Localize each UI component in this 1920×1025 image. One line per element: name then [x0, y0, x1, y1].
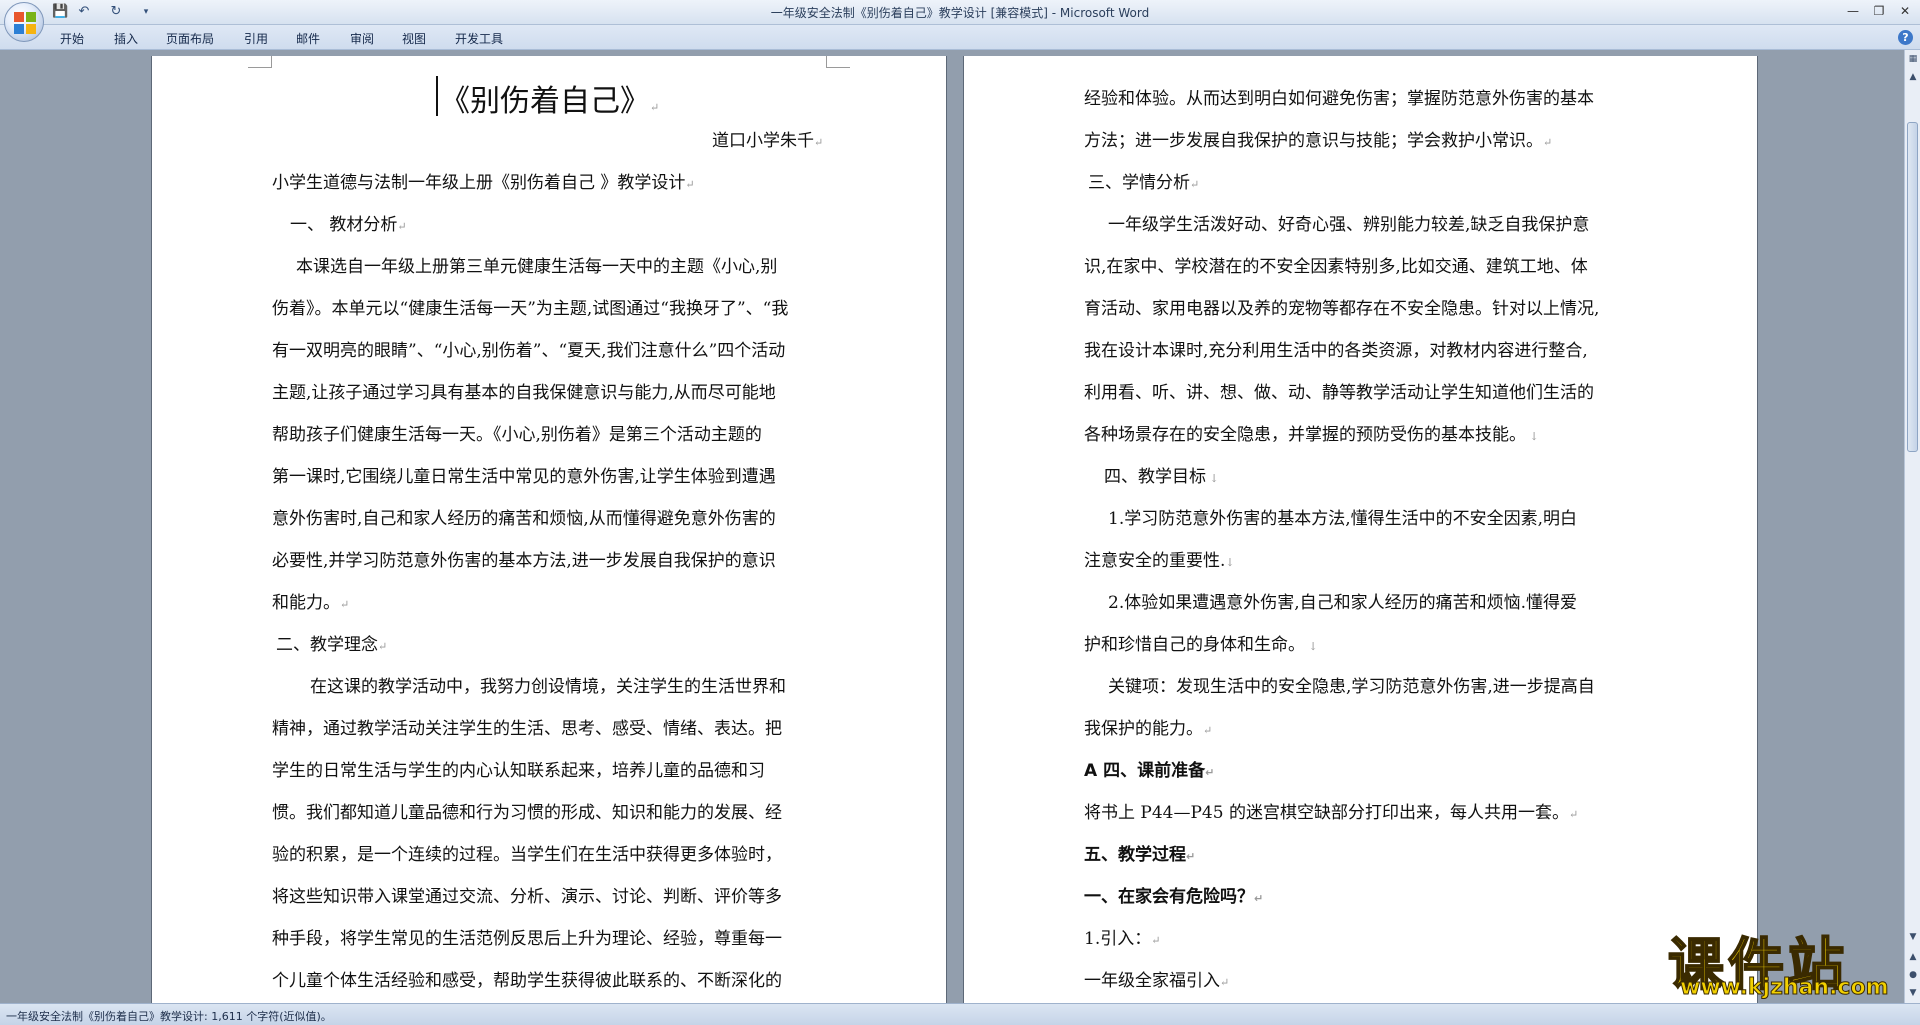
document-title[interactable]: 《别伤着自己》↵ [440, 76, 659, 120]
section-heading[interactable]: 四、教学目标 ↓ [1104, 462, 1219, 487]
body-line[interactable]: 2.体验如果遭遇意外伤害,自己和家人经历的痛苦和烦恼.懂得爱 [1108, 588, 1577, 613]
tab-page-layout[interactable]: 页面布局 [166, 30, 214, 47]
restore-icon[interactable]: ❐ [1870, 3, 1888, 19]
document-area[interactable]: 《别伤着自己》↵ 道口小学朱千↵ 小学生道德与法制一年级上册《别伤着自己 》教学… [0, 50, 1904, 1003]
body-line[interactable]: 护和珍惜自己的身体和生命。 ↓ [1084, 630, 1318, 655]
ribbon-tabs: 开始 插入 页面布局 引用 邮件 审阅 视图 开发工具 ? [0, 25, 1920, 50]
section-heading[interactable]: 五、教学过程↵ [1084, 840, 1195, 865]
body-line[interactable]: 意外伤害时,自己和家人经历的痛苦和烦恼,从而懂得避免意外伤害的 [272, 504, 776, 529]
body-line[interactable]: 育活动、家用电器以及养的宠物等都存在不安全隐患。针对以上情况, [1084, 294, 1599, 319]
body-line[interactable]: 我在设计本课时,充分利用生活中的各类资源，对教材内容进行整合, [1084, 336, 1588, 361]
body-line[interactable]: 学生的日常生活与学生的内心认知联系起来，培养儿童的品德和习 [272, 756, 765, 781]
body-line[interactable]: 验的积累，是一个连续的过程。当学生们在生活中获得更多体验时， [272, 840, 782, 865]
body-line[interactable]: 利用看、听、讲、想、做、动、静等教学活动让学生知道他们生活的 [1084, 378, 1594, 403]
body-line[interactable]: 方法；进一步发展自我保护的意识与技能；学会救护小常识。↵ [1084, 126, 1552, 151]
tab-home[interactable]: 开始 [60, 30, 84, 47]
tab-review[interactable]: 审阅 [350, 30, 374, 47]
title-bar: 💾 ↶ ↻ ▾ 一年级安全法制《别伤着自己》教学设计 [兼容模式] - Micr… [0, 0, 1920, 25]
scrollbar-thumb[interactable] [1907, 122, 1918, 452]
body-line[interactable]: 我保护的能力。↵ [1084, 714, 1212, 739]
page-1[interactable]: 《别伤着自己》↵ 道口小学朱千↵ 小学生道德与法制一年级上册《别伤着自己 》教学… [152, 56, 946, 1003]
body-line[interactable]: 精神，通过教学活动关注学生的生活、思考、感受、情绪、表达。把 [272, 714, 782, 739]
body-line[interactable]: 关键项：发现生活中的安全隐患,学习防范意外伤害,进一步提高自 [1108, 672, 1595, 697]
page-2[interactable]: 经验和体验。从而达到明白如何避免伤害；掌握防范意外伤害的基本 方法；进一步发展自… [964, 56, 1757, 1003]
body-line[interactable]: 伤着》。本单元以“健康生活每一天”为主题,试图通过“我换牙了”、“我 [272, 294, 788, 319]
body-line[interactable]: 将这些知识带入课堂通过交流、分析、演示、讨论、判断、评价等多 [272, 882, 782, 907]
body-line[interactable]: 种手段，将学生常见的生活范例反思后上升为理论、经验，尊重每一 [272, 924, 782, 949]
body-line[interactable]: 注意安全的重要性.↓ [1084, 546, 1235, 571]
body-line[interactable]: 主题,让孩子通过学习具有基本的自我保健意识与能力,从而尽可能地 [272, 378, 776, 403]
section-heading[interactable]: A 四、课前准备↵ [1084, 756, 1214, 781]
section-heading[interactable]: 三、学情分析↵ [1088, 168, 1199, 193]
subtitle-line[interactable]: 小学生道德与法制一年级上册《别伤着自己 》教学设计↵ [272, 168, 695, 193]
previous-page-icon[interactable]: ▲ [1906, 950, 1920, 964]
tab-insert[interactable]: 插入 [114, 30, 138, 47]
body-line[interactable]: 经验和体验。从而达到明白如何避免伤害；掌握防范意外伤害的基本 [1084, 84, 1594, 109]
body-line[interactable]: 1.引入：↵ [1084, 924, 1160, 949]
scroll-up-icon[interactable]: ▲ [1906, 70, 1920, 84]
close-icon[interactable]: ✕ [1896, 3, 1914, 19]
body-line[interactable]: 有一双明亮的眼睛”、“小心,别伤着”、“夏天,我们注意什么”四个活动 [272, 336, 785, 361]
margin-corner [248, 56, 272, 68]
tab-mailings[interactable]: 邮件 [296, 30, 320, 47]
section-heading[interactable]: 二、教学理念↵ [276, 630, 387, 655]
tab-references[interactable]: 引用 [244, 30, 268, 47]
body-line[interactable]: 1.学习防范意外伤害的基本方法,懂得生活中的不安全因素,明白 [1108, 504, 1577, 529]
scroll-down-icon[interactable]: ▼ [1906, 930, 1920, 944]
body-line[interactable]: 将书上 P44—P45 的迷宫棋空缺部分打印出来，每人共用一套。↵ [1084, 798, 1578, 823]
body-line[interactable]: 必要性,并学习防范意外伤害的基本方法,进一步发展自我保护的意识 [272, 546, 776, 571]
margin-corner [826, 56, 850, 68]
watermark-url: www.kjzhan.com [1680, 975, 1890, 1001]
help-icon[interactable]: ? [1898, 30, 1913, 45]
body-line[interactable]: 一年级学生活泼好动、好奇心强、辨别能力较差,缺乏自我保护意 [1108, 210, 1589, 235]
section-heading[interactable]: 一、在家会有危险吗？↵ [1084, 882, 1263, 907]
section-heading[interactable]: 一、 教材分析↵ [290, 210, 407, 235]
office-logo-icon [14, 12, 36, 34]
body-line[interactable]: 第一课时,它围绕儿童日常生活中常见的意外伤害,让学生体验到遭遇 [272, 462, 776, 487]
ruler-toggle-icon[interactable]: ▦ [1906, 52, 1920, 66]
status-bar: 一年级安全法制《别伤着自己》教学设计: 1,611 个字符(近似值)。 [0, 1003, 1920, 1025]
body-line[interactable]: 帮助孩子们健康生活每一天。《小心,别伤着》是第三个活动主题的 [272, 420, 762, 445]
body-line[interactable]: 惯。我们都知道儿童品德和行为习惯的形成、知识和能力的发展、经 [272, 798, 782, 823]
text-cursor [436, 76, 438, 116]
body-line[interactable]: 一年级全家福引入↵ [1084, 966, 1229, 991]
tab-developer[interactable]: 开发工具 [455, 30, 503, 47]
vertical-scrollbar[interactable]: ▦ ▲ ▼ ▲ ● ▼ [1904, 50, 1920, 1003]
word-count-status[interactable]: 一年级安全法制《别伤着自己》教学设计: 1,611 个字符(近似值)。 [6, 1008, 332, 1024]
office-button[interactable] [4, 2, 44, 42]
body-line[interactable]: 和能力。↵ [272, 588, 349, 613]
body-line[interactable]: 本课选自一年级上册第三单元健康生活每一天中的主题《小心,别 [296, 252, 777, 277]
body-line[interactable]: 在这课的教学活动中，我努力创设情境，关注学生的生活世界和 [310, 672, 786, 697]
body-line[interactable]: 识,在家中、学校潜在的不安全因素特别多,比如交通、建筑工地、体 [1084, 252, 1588, 277]
tab-view[interactable]: 视图 [402, 30, 426, 47]
body-line[interactable]: 各种场景存在的安全隐患，并掌握的预防受伤的基本技能。 ↓ [1084, 420, 1539, 445]
select-browse-object-icon[interactable]: ● [1906, 968, 1920, 982]
author-line[interactable]: 道口小学朱千↵ [712, 126, 823, 151]
window-title: 一年级安全法制《别伤着自己》教学设计 [兼容模式] - Microsoft Wo… [770, 6, 1150, 20]
next-page-icon[interactable]: ▼ [1906, 986, 1920, 1000]
minimize-icon[interactable]: — [1844, 3, 1862, 19]
body-line[interactable]: 个儿童个体生活经验和感受，帮助学生获得彼此联系的、不断深化的 [272, 966, 782, 991]
